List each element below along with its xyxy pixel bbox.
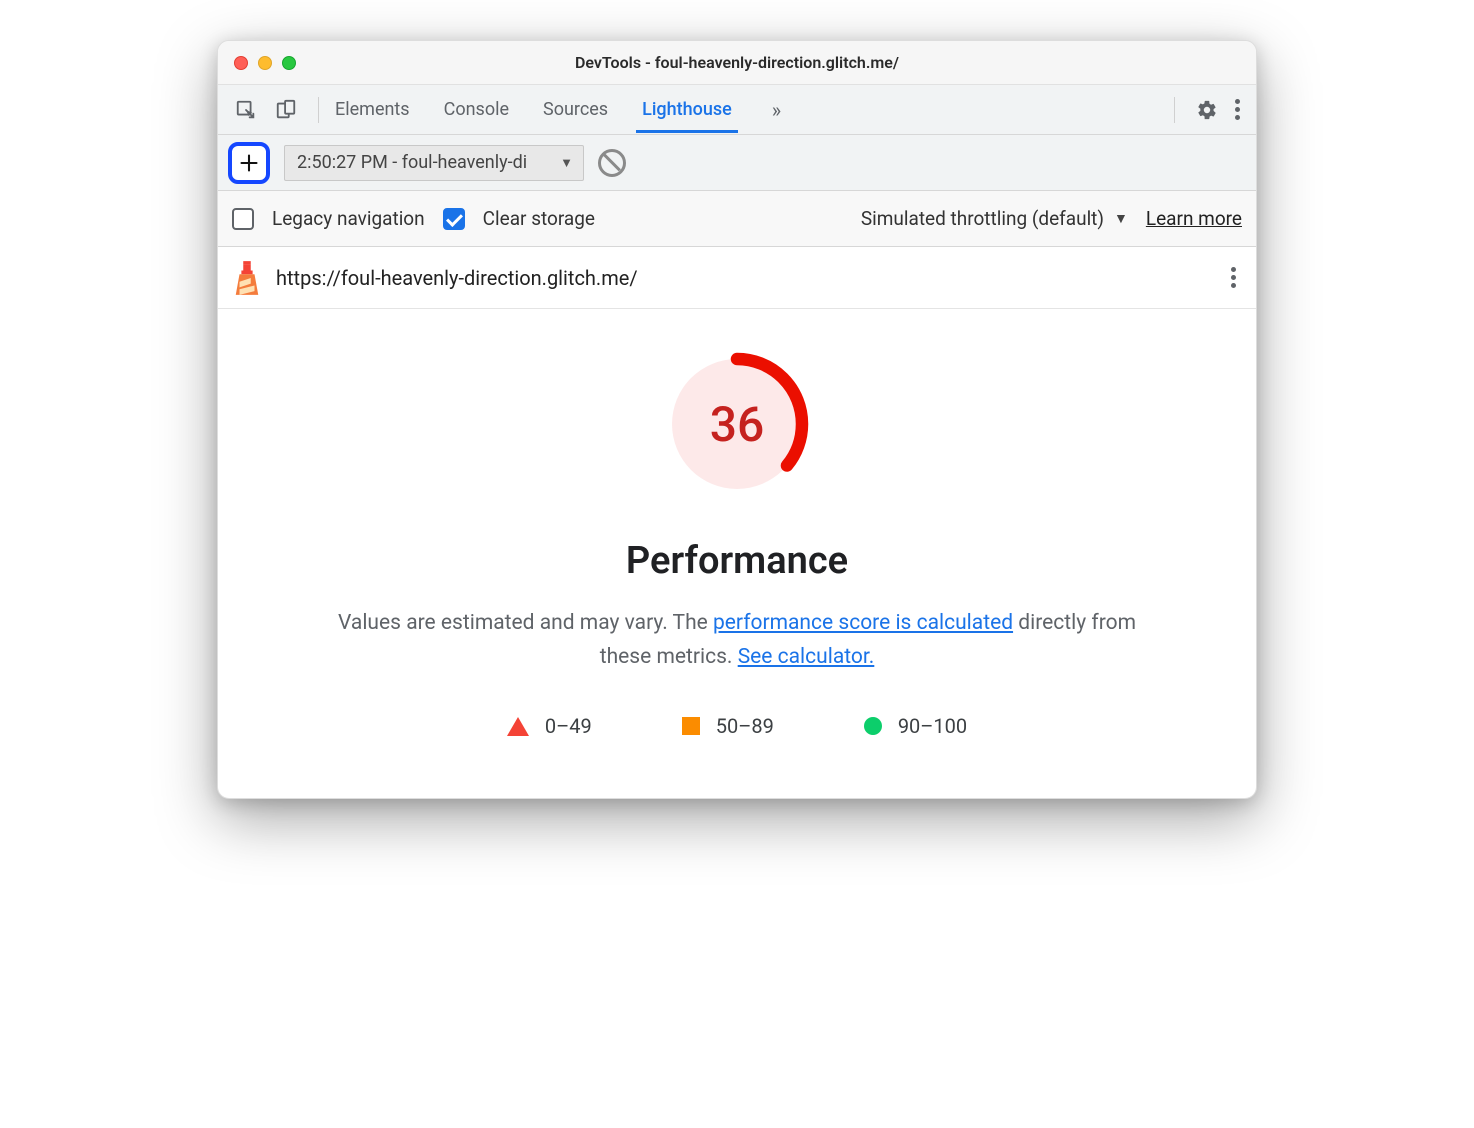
clear-all-icon[interactable] — [598, 149, 626, 177]
settings-gear-icon[interactable] — [1189, 92, 1225, 128]
performance-score: 36 — [662, 349, 812, 499]
lighthouse-subtoolbar: 2:50:27 PM - foul-heavenly-di — [218, 135, 1256, 191]
performance-gauge: 36 — [662, 349, 812, 499]
throttling-dropdown[interactable]: Simulated throttling (default) ▼ — [861, 207, 1128, 230]
traffic-lights — [218, 56, 296, 70]
performance-description: Values are estimated and may vary. The p… — [318, 607, 1156, 674]
zoom-window-button[interactable] — [282, 56, 296, 70]
legend-good: 90–100 — [864, 714, 967, 738]
lighthouse-options-bar: Legacy navigation Clear storage Simulate… — [218, 191, 1256, 247]
titlebar: DevTools - foul-heavenly-direction.glitc… — [218, 41, 1256, 85]
tab-elements[interactable]: Elements — [333, 87, 412, 132]
legacy-navigation-checkbox[interactable] — [232, 208, 254, 230]
clear-storage-checkbox[interactable] — [443, 208, 465, 230]
legend-poor: 0–49 — [507, 714, 592, 738]
circle-icon — [864, 717, 882, 735]
separator — [1174, 97, 1175, 123]
clear-storage-label: Clear storage — [483, 207, 595, 230]
throttling-label: Simulated throttling (default) — [861, 207, 1104, 230]
new-report-button[interactable] — [228, 142, 270, 184]
report-url-bar: https://foul-heavenly-direction.glitch.m… — [218, 247, 1256, 309]
devtools-window: DevTools - foul-heavenly-direction.glitc… — [217, 40, 1257, 799]
more-options-icon[interactable] — [1229, 93, 1246, 126]
lighthouse-icon — [232, 261, 262, 295]
square-icon — [682, 717, 700, 735]
legacy-navigation-label: Legacy navigation — [272, 207, 425, 230]
see-calculator-link[interactable]: See calculator. — [738, 645, 875, 669]
tab-lighthouse[interactable]: Lighthouse — [640, 87, 734, 132]
score-calculation-link[interactable]: performance score is calculated — [713, 611, 1013, 635]
device-toolbar-icon[interactable] — [268, 92, 304, 128]
tab-sources[interactable]: Sources — [541, 87, 610, 132]
window-title: DevTools - foul-heavenly-direction.glitc… — [218, 53, 1256, 72]
score-legend: 0–49 50–89 90–100 — [318, 714, 1156, 738]
report-menu-icon[interactable] — [1225, 261, 1242, 294]
more-tabs-icon[interactable]: » — [764, 98, 789, 122]
legend-average: 50–89 — [682, 714, 774, 738]
report-select-dropdown[interactable]: 2:50:27 PM - foul-heavenly-di — [284, 145, 584, 181]
learn-more-link[interactable]: Learn more — [1146, 207, 1242, 230]
close-window-button[interactable] — [234, 56, 248, 70]
inspect-element-icon[interactable] — [228, 92, 264, 128]
report-url: https://foul-heavenly-direction.glitch.m… — [276, 266, 1211, 290]
tab-console[interactable]: Console — [442, 87, 511, 132]
report-body: 36 Performance Values are estimated and … — [218, 309, 1256, 798]
separator — [318, 97, 319, 123]
performance-heading: Performance — [318, 539, 1156, 583]
triangle-icon — [507, 717, 529, 736]
minimize-window-button[interactable] — [258, 56, 272, 70]
main-toolbar: Elements Console Sources Lighthouse » — [218, 85, 1256, 135]
panel-tabs: Elements Console Sources Lighthouse » — [333, 87, 1160, 132]
chevron-down-icon: ▼ — [1114, 210, 1128, 227]
